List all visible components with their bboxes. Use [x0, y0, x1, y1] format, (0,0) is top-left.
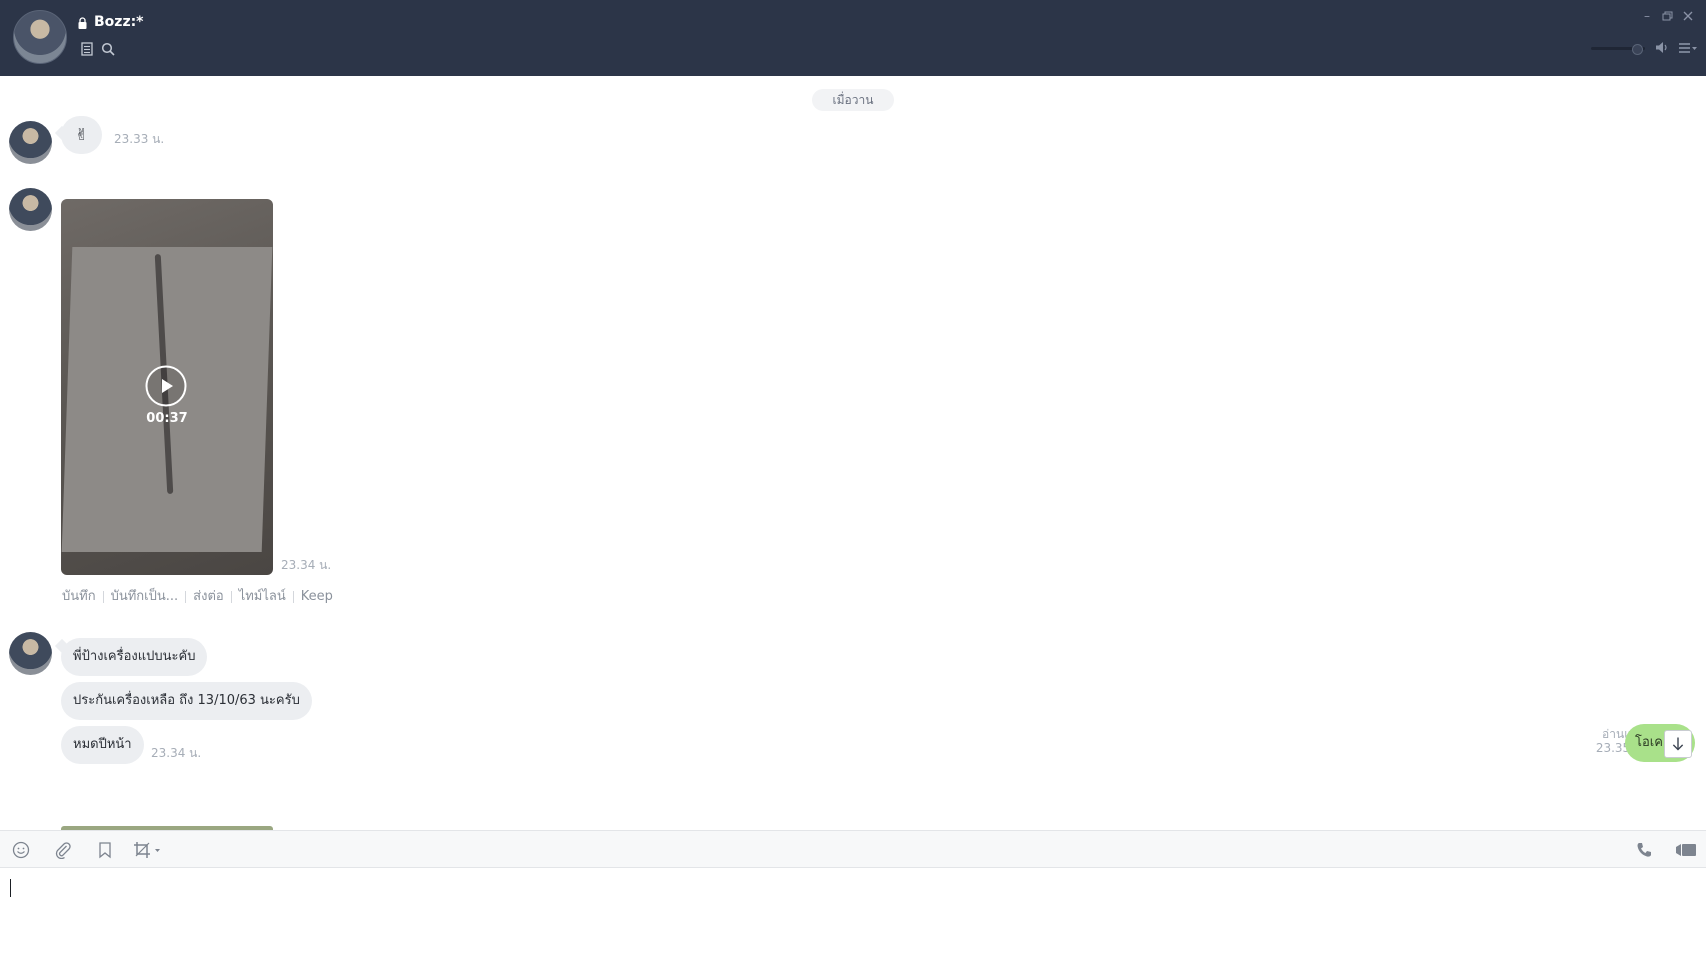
restore-icon[interactable]	[1660, 9, 1674, 23]
message-bubble[interactable]: พี่ป้างเครื่องแปบนะคับ	[61, 638, 208, 676]
message-bubble[interactable]: ประกันเครื่องเหลือ ถึง 13/10/63 นะครับ	[61, 682, 312, 720]
video-action-bar: บันทึก บันทึกเป็น... ส่งต่อ ไทม์ไลน์ Keep	[62, 585, 333, 604]
sender-avatar[interactable]	[9, 188, 52, 231]
save-as-link[interactable]: บันทึกเป็น...	[111, 589, 179, 604]
message-time: 23.34 น.	[151, 746, 202, 760]
minimize-icon[interactable]: –	[1640, 9, 1654, 23]
forward-link[interactable]: ส่งต่อ	[193, 589, 224, 604]
input-toolbar	[0, 830, 1706, 868]
video-duration: 00:37	[146, 411, 188, 426]
close-icon[interactable]	[1681, 9, 1695, 23]
speaker-icon[interactable]	[1655, 41, 1669, 54]
sender-avatar[interactable]	[9, 632, 52, 675]
sender-avatar[interactable]	[9, 121, 52, 164]
contact-avatar[interactable]	[13, 10, 67, 64]
message-time: 23.34 น.	[281, 558, 332, 572]
paperclip-icon[interactable]	[54, 841, 72, 859]
bookmark-icon[interactable]	[96, 841, 114, 859]
video-message[interactable]: 00:37	[61, 199, 273, 575]
timeline-link[interactable]: ไทม์ไลน์	[239, 589, 286, 604]
volume-slider-handle[interactable]	[1631, 44, 1643, 55]
crop-icon[interactable]	[133, 841, 163, 859]
lock-icon	[78, 17, 87, 29]
scroll-to-bottom-button[interactable]	[1664, 730, 1692, 758]
message-bubble[interactable]: หมดปีหน้า	[61, 726, 144, 764]
video-call-icon[interactable]	[1675, 841, 1697, 859]
phone-icon[interactable]	[1635, 841, 1653, 859]
smiley-icon[interactable]	[12, 841, 30, 859]
menu-icon[interactable]	[1678, 42, 1698, 54]
date-separator: เมื่อวาน	[812, 89, 894, 111]
chat-title: Bozz:*	[94, 14, 144, 30]
message-input[interactable]	[0, 868, 1706, 960]
text-caret	[10, 879, 11, 897]
chat-header: Bozz:* –	[0, 0, 1706, 76]
message-list[interactable]: เมื่อวาน ✌ 23.33 น. 00:37 23.34 น. บันทึ…	[0, 76, 1706, 830]
search-icon[interactable]	[101, 42, 115, 56]
keep-link[interactable]: Keep	[301, 589, 333, 604]
play-icon[interactable]	[145, 365, 187, 407]
sticker-bubble[interactable]: ✌	[61, 116, 103, 154]
save-link[interactable]: บันทึก	[62, 589, 96, 604]
note-icon[interactable]	[81, 42, 93, 56]
message-time: 23.33 น.	[114, 132, 165, 146]
